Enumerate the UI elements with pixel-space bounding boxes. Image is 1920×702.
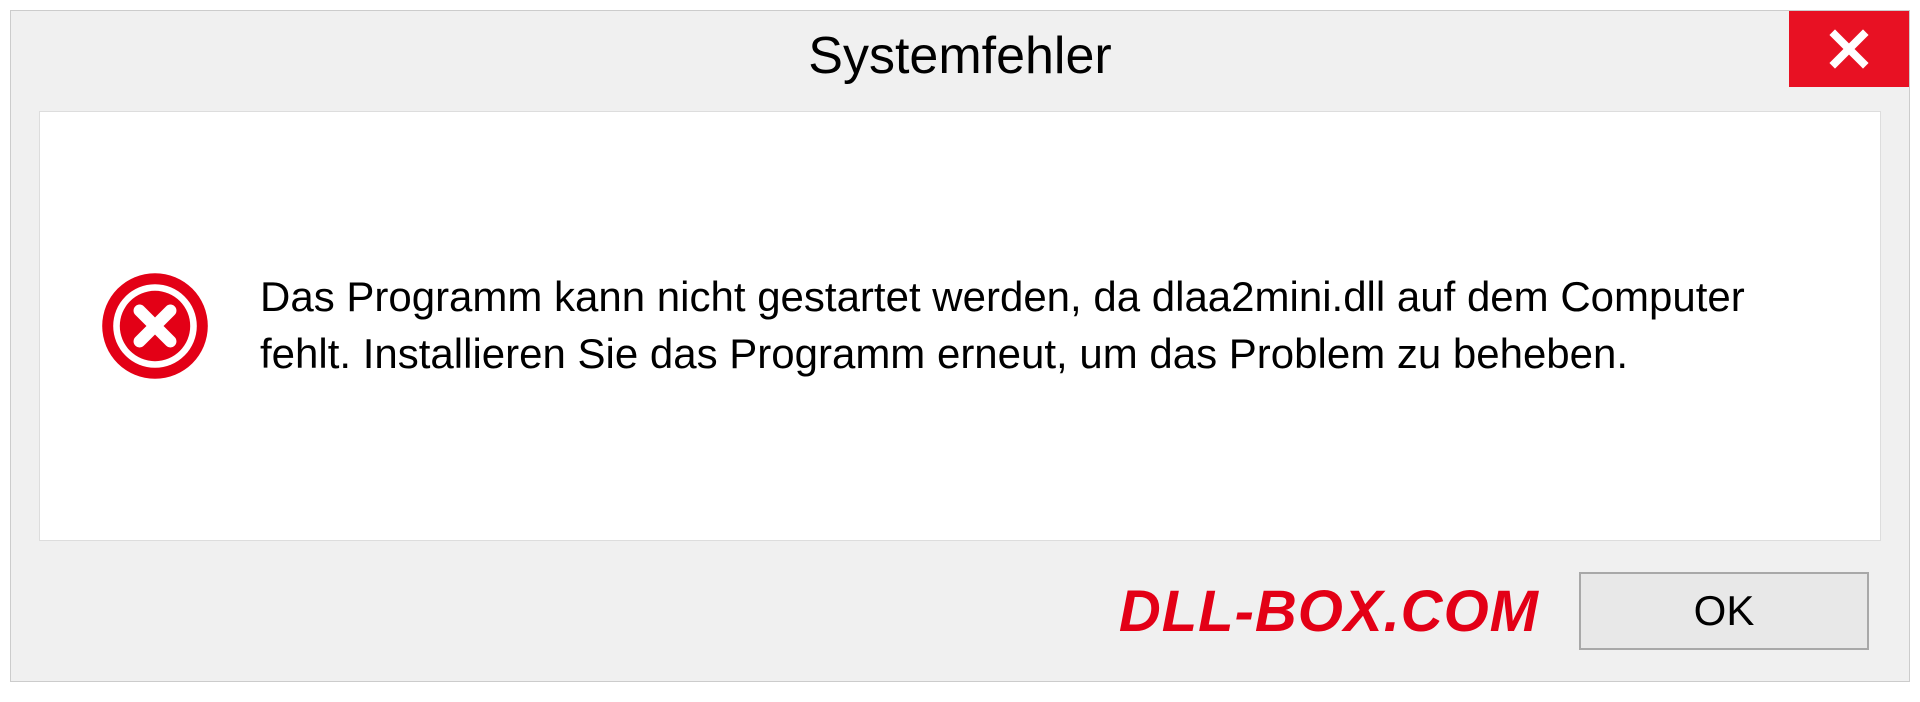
- content-panel: Das Programm kann nicht gestartet werden…: [39, 111, 1881, 541]
- dialog-footer: DLL-BOX.COM OK: [11, 541, 1909, 681]
- watermark-text: DLL-BOX.COM: [1119, 578, 1539, 645]
- ok-button-label: OK: [1694, 587, 1755, 635]
- titlebar: Systemfehler: [11, 11, 1909, 101]
- dialog-title: Systemfehler: [808, 26, 1111, 86]
- error-dialog: Systemfehler Das Programm kann nicht ges…: [10, 10, 1910, 682]
- close-button[interactable]: [1789, 11, 1909, 87]
- error-message: Das Programm kann nicht gestartet werden…: [260, 269, 1820, 382]
- ok-button[interactable]: OK: [1579, 572, 1869, 650]
- error-icon: [100, 271, 210, 381]
- close-icon: [1828, 28, 1870, 70]
